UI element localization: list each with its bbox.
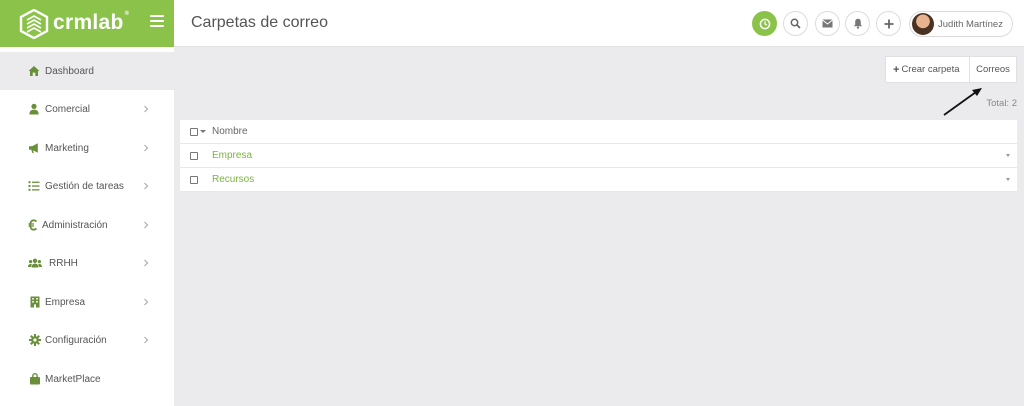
table-row: Recursos <box>180 168 1017 192</box>
bell-icon <box>853 18 862 29</box>
sidebar-item-label: Marketing <box>45 142 89 154</box>
sidebar-item-label: RRHH <box>49 257 78 269</box>
user-menu[interactable]: Judith Martínez <box>909 11 1013 37</box>
folder-link[interactable]: Recursos <box>212 174 254 185</box>
user-icon <box>29 103 39 115</box>
sidebar: Dashboard Comercial Marketing Gestión de… <box>0 47 174 406</box>
mail-icon <box>822 19 833 28</box>
sidebar-item-marketplace[interactable]: MarketPlace <box>0 360 174 398</box>
chevron-right-icon <box>144 182 149 190</box>
main-content: + Crear carpeta Correos Total: 2 Nombre … <box>174 48 1024 406</box>
top-header: Carpetas de correo Judith Martínez <box>174 0 1024 47</box>
folder-link[interactable]: Empresa <box>212 150 252 161</box>
tasks-icon <box>28 181 40 191</box>
emails-button[interactable]: Correos <box>970 57 1016 82</box>
sidebar-item-label: Administración <box>42 219 108 231</box>
user-name: Judith Martínez <box>938 18 1003 30</box>
sidebar-item-label: Configuración <box>45 334 107 346</box>
row-checkbox[interactable] <box>190 152 198 160</box>
users-icon <box>28 258 42 268</box>
home-icon <box>28 66 40 76</box>
folders-table: Nombre Empresa Recursos <box>180 120 1017 192</box>
sidebar-item-gestion-tareas[interactable]: Gestión de tareas <box>0 167 174 205</box>
sidebar-item-configuracion[interactable]: Configuración <box>0 321 174 359</box>
sidebar-item-label: Comercial <box>45 103 91 115</box>
search-button[interactable] <box>783 11 808 36</box>
emails-label: Correos <box>976 64 1010 75</box>
avatar <box>912 13 934 35</box>
total-count: Total: 2 <box>986 98 1017 109</box>
logo-text: crmlab® <box>53 11 130 34</box>
table-row: Empresa <box>180 144 1017 168</box>
sidebar-item-dashboard[interactable]: Dashboard <box>0 52 174 90</box>
logo-icon <box>19 9 49 39</box>
select-all-checkbox[interactable] <box>190 128 198 136</box>
chevron-right-icon <box>144 298 149 306</box>
gear-icon <box>29 334 41 346</box>
page-title: Carpetas de correo <box>191 14 328 31</box>
table-header: Nombre <box>180 120 1017 144</box>
shopping-bag-icon <box>30 373 40 385</box>
mail-button[interactable] <box>815 11 840 36</box>
row-checkbox[interactable] <box>190 176 198 184</box>
building-icon <box>30 296 40 308</box>
annotation-arrow-icon <box>943 88 982 116</box>
row-actions-caret-icon[interactable] <box>1006 154 1010 157</box>
clock-icon <box>759 18 770 29</box>
column-header-nombre[interactable]: Nombre <box>212 126 248 137</box>
toolbar: + Crear carpeta Correos <box>885 56 1017 83</box>
plus-icon: + <box>893 63 900 76</box>
megaphone-icon <box>29 143 38 153</box>
clock-button[interactable] <box>752 11 777 36</box>
select-options-caret-icon[interactable] <box>200 130 206 133</box>
create-folder-label: Crear carpeta <box>901 64 960 75</box>
plus-icon <box>884 19 893 28</box>
search-icon <box>790 18 801 29</box>
menu-toggle-icon[interactable] <box>150 15 164 29</box>
sidebar-item-label: MarketPlace <box>45 373 101 385</box>
sidebar-item-rrhh[interactable]: RRHH <box>0 244 174 282</box>
add-button[interactable] <box>876 11 901 36</box>
row-actions-caret-icon[interactable] <box>1006 178 1010 181</box>
sidebar-item-label: Gestión de tareas <box>45 180 124 192</box>
sidebar-item-empresa[interactable]: Empresa <box>0 283 174 321</box>
sidebar-item-label: Empresa <box>45 296 86 308</box>
sidebar-item-label: Dashboard <box>45 65 94 77</box>
create-folder-button[interactable]: + Crear carpeta <box>886 57 970 82</box>
chevron-right-icon <box>144 221 149 229</box>
chevron-right-icon <box>144 336 149 344</box>
chevron-right-icon <box>144 105 149 113</box>
euro-icon <box>28 219 38 231</box>
sidebar-item-marketing[interactable]: Marketing <box>0 129 174 167</box>
sidebar-item-administracion[interactable]: Administración <box>0 206 174 244</box>
chevron-right-icon <box>144 259 149 267</box>
sidebar-item-comercial[interactable]: Comercial <box>0 90 174 128</box>
chevron-right-icon <box>144 144 149 152</box>
logo-bar: crmlab® <box>0 0 174 47</box>
notifications-button[interactable] <box>845 11 870 36</box>
